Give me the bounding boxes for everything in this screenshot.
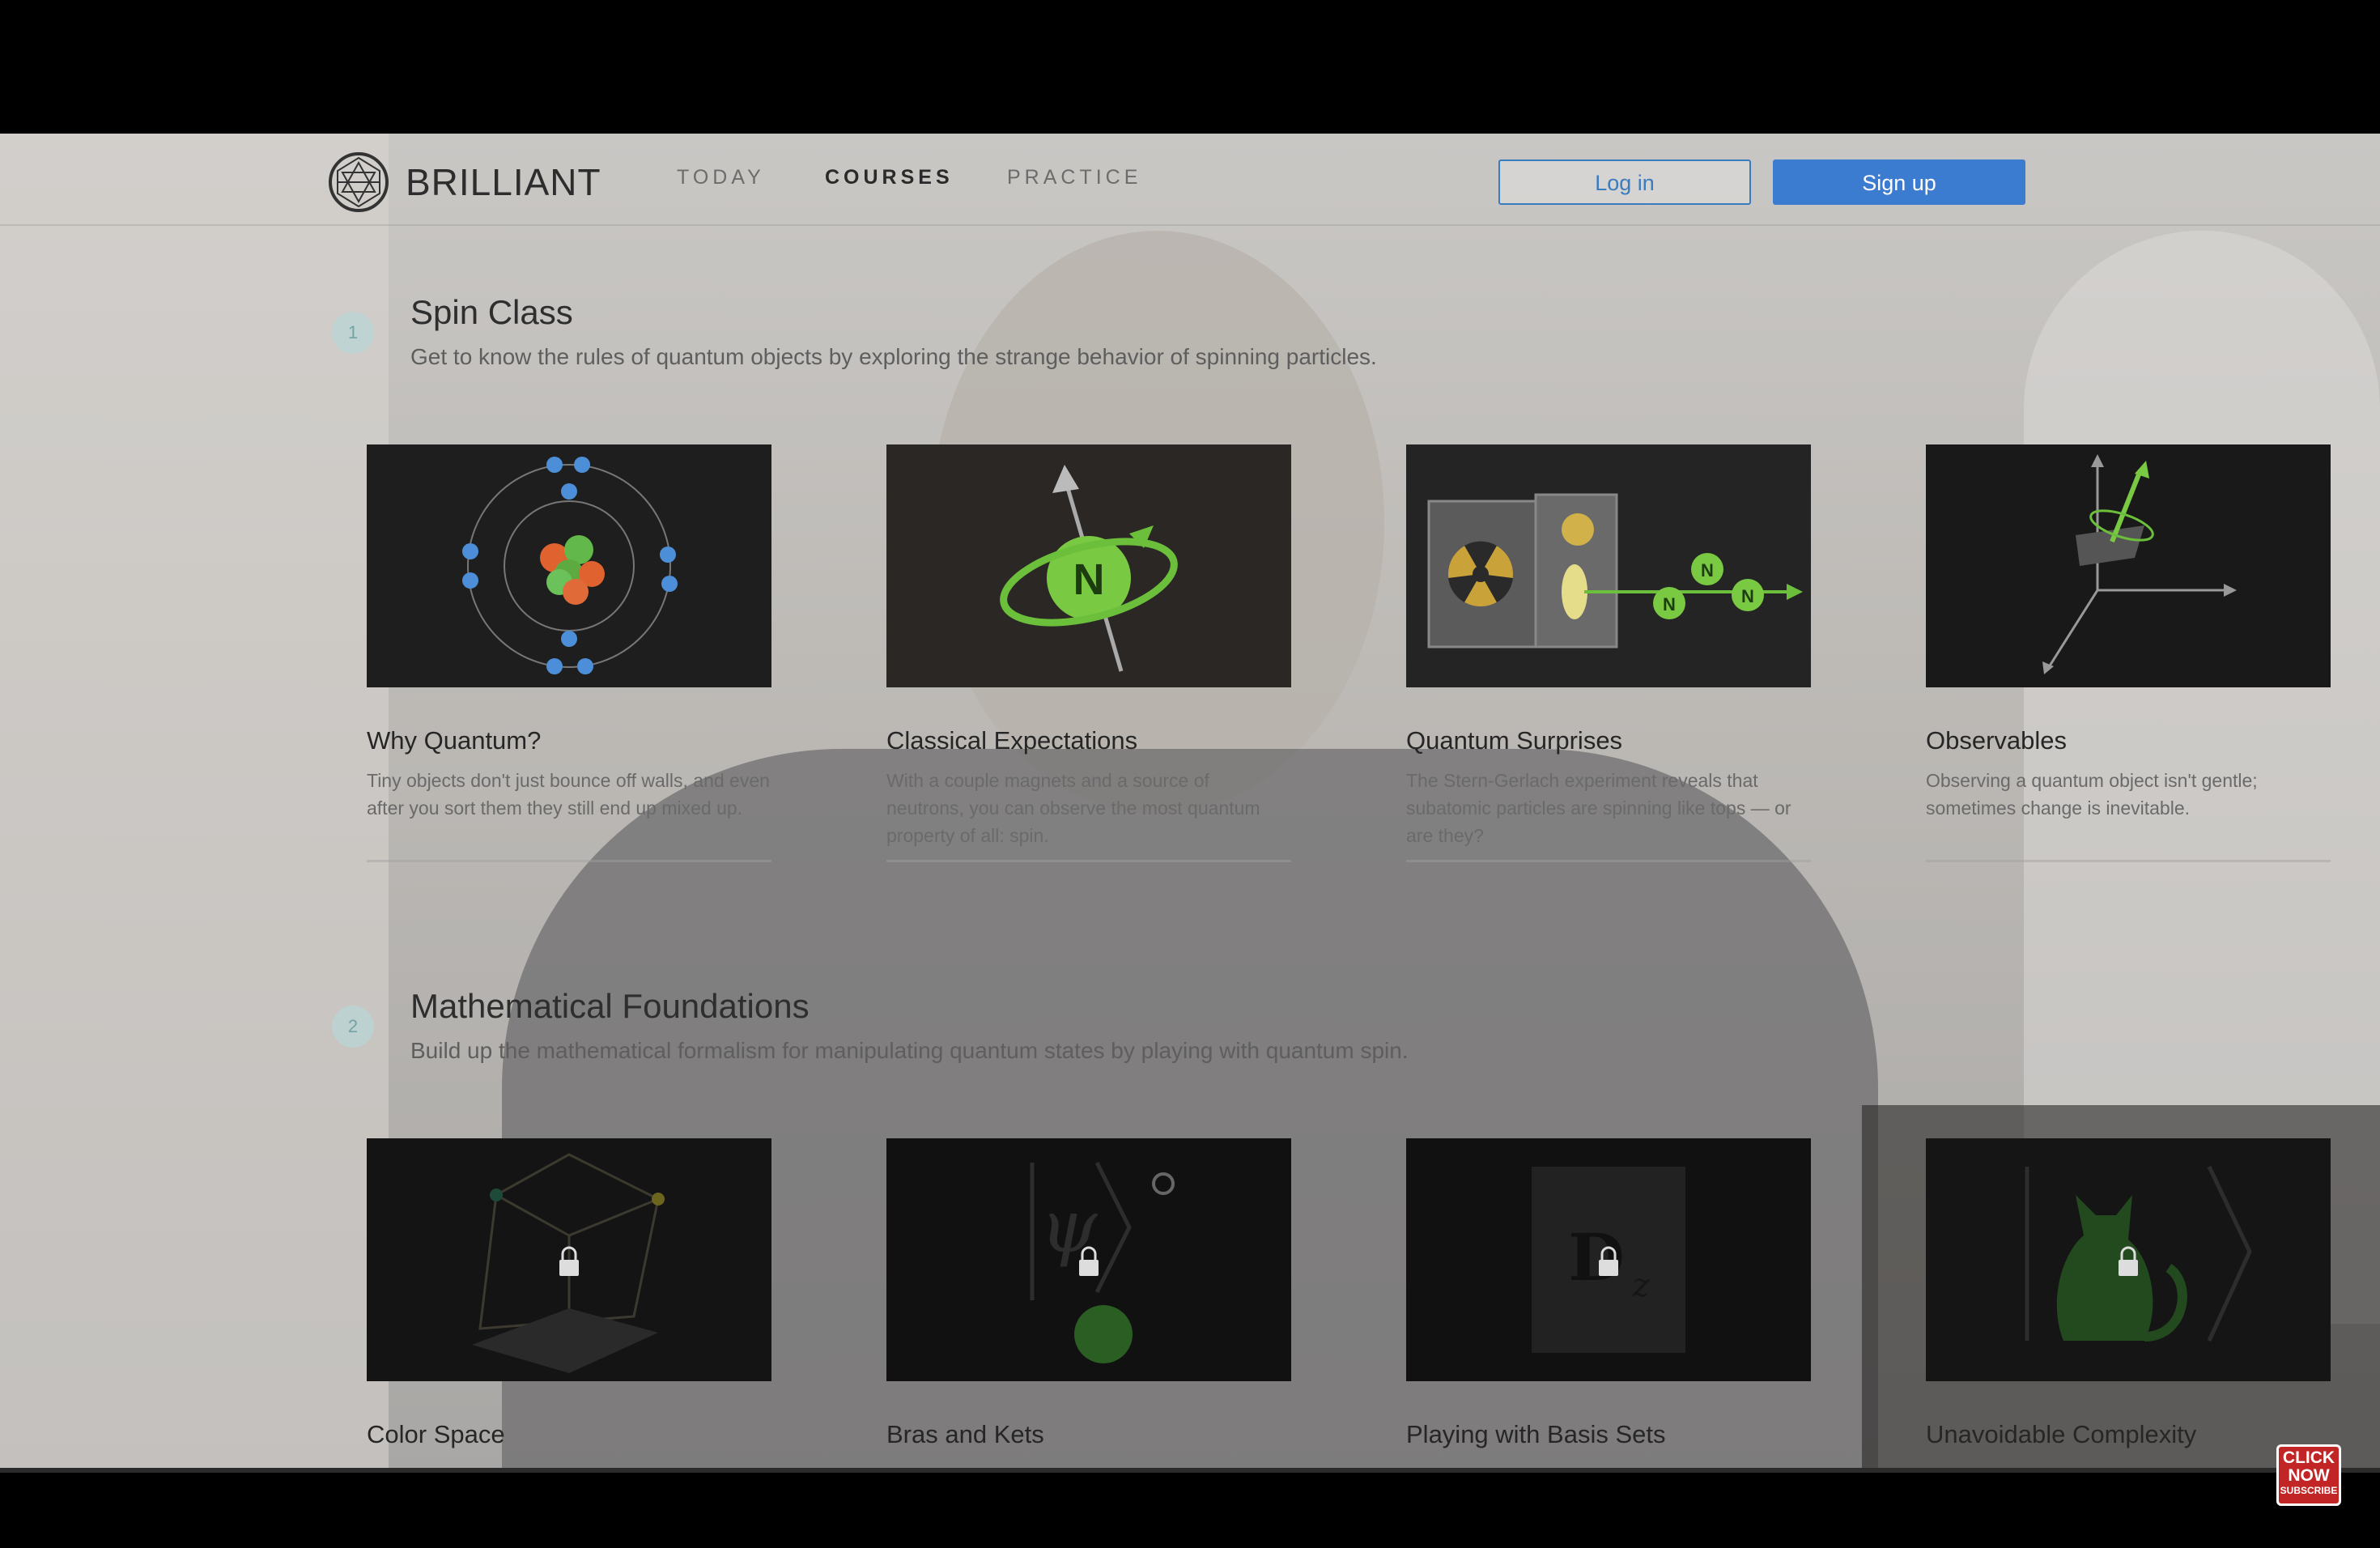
section-title: Spin Class	[410, 293, 573, 331]
signup-button[interactable]: Sign up	[1773, 159, 2025, 205]
card-divider	[886, 860, 1291, 862]
card-title: Quantum Surprises	[1406, 726, 1623, 755]
section-description: Get to know the rules of quantum objects…	[410, 344, 1377, 369]
card-thumbnail: N	[886, 444, 1291, 687]
brand-logo[interactable]: BRILLIANT	[328, 151, 601, 213]
card-divider	[367, 860, 771, 862]
course-card-locked[interactable]: D z Playing with Basis Sets	[1406, 1138, 1811, 1449]
card-thumbnail	[367, 1138, 771, 1381]
card-title: Bras and Kets	[886, 1420, 1044, 1448]
video-progress-bar[interactable]	[0, 1468, 2380, 1473]
course-card[interactable]: Observables Observing a quantum object i…	[1926, 444, 2331, 862]
card-description: Observing a quantum object isn't gentle;…	[1926, 770, 2258, 819]
section-title: Mathematical Foundations	[410, 987, 810, 1025]
course-card[interactable]: N N N Quantum Surprises The Stern-Gerlac…	[1406, 444, 1811, 862]
lock-icon	[1599, 1246, 1618, 1276]
login-button[interactable]: Log in	[1498, 159, 1751, 205]
subscribe-badge[interactable]: CLICK NOW SUBSCRIBE	[2276, 1444, 2341, 1506]
card-thumbnail: ψ	[886, 1138, 1291, 1381]
section-number-badge: 1	[332, 312, 374, 354]
lock-icon	[559, 1246, 579, 1276]
card-divider	[1926, 860, 2331, 862]
stern-gerlach-icon: N N N	[1406, 444, 1811, 687]
section-number-badge: 2	[332, 1006, 374, 1048]
courses-page: BRILLIANT TODAY COURSES PRACTICE Log in …	[0, 134, 2380, 1469]
top-navigation: BRILLIANT TODAY COURSES PRACTICE Log in …	[0, 134, 2380, 226]
course-card[interactable]: Why Quantum? Tiny objects don't just bou…	[367, 444, 771, 862]
card-title: Classical Expectations	[886, 726, 1138, 755]
svg-text:N: N	[1701, 560, 1714, 580]
card-title: Color Space	[367, 1420, 505, 1448]
card-thumbnail	[367, 444, 771, 687]
nav-link-today[interactable]: TODAY	[677, 166, 765, 189]
card-description: Tiny objects don't just bounce off walls…	[367, 770, 770, 819]
axes-spin-icon	[1926, 444, 2331, 687]
card-thumbnail	[1926, 1138, 2331, 1381]
subscribe-line-2: NOW	[2288, 1466, 2330, 1485]
section-description: Build up the mathematical formalism for …	[410, 1038, 1409, 1063]
card-thumbnail	[1926, 444, 2331, 687]
card-divider	[1406, 860, 1811, 862]
atom-icon	[367, 444, 771, 687]
card-title: Why Quantum?	[367, 726, 542, 755]
card-title: Observables	[1926, 726, 2068, 755]
card-description: With a couple magnets and a source of ne…	[886, 770, 1260, 846]
card-thumbnail: N N N	[1406, 444, 1811, 687]
brand-name: BRILLIANT	[406, 161, 601, 203]
svg-text:N: N	[1073, 555, 1105, 604]
course-card-locked[interactable]: Color Space	[367, 1138, 771, 1449]
svg-text:N: N	[1741, 586, 1754, 606]
nav-link-courses[interactable]: COURSES	[825, 166, 954, 189]
video-frame: BRILLIANT TODAY COURSES PRACTICE Log in …	[0, 134, 2380, 1469]
course-card-locked[interactable]: Unavoidable Complexity	[1926, 1138, 2331, 1449]
nav-link-practice[interactable]: PRACTICE	[1007, 166, 1141, 189]
spinning-neutron-icon: N	[886, 444, 1291, 687]
course-card-locked[interactable]: ψ Bras and Kets	[886, 1138, 1291, 1449]
card-thumbnail: D z	[1406, 1138, 1811, 1381]
course-card[interactable]: N Classical Expectations With a couple m…	[886, 444, 1291, 862]
brilliant-logo-icon	[329, 152, 389, 212]
lock-icon	[1079, 1246, 1099, 1276]
card-description: The Stern-Gerlach experiment reveals tha…	[1406, 770, 1791, 846]
subscribe-line-1: CLICK	[2282, 1448, 2335, 1467]
card-title: Playing with Basis Sets	[1406, 1420, 1666, 1448]
card-title: Unavoidable Complexity	[1926, 1420, 2197, 1448]
subscribe-line-3: SUBSCRIBE	[2280, 1485, 2338, 1496]
lock-icon	[2119, 1246, 2138, 1276]
svg-text:N: N	[1663, 594, 1676, 615]
